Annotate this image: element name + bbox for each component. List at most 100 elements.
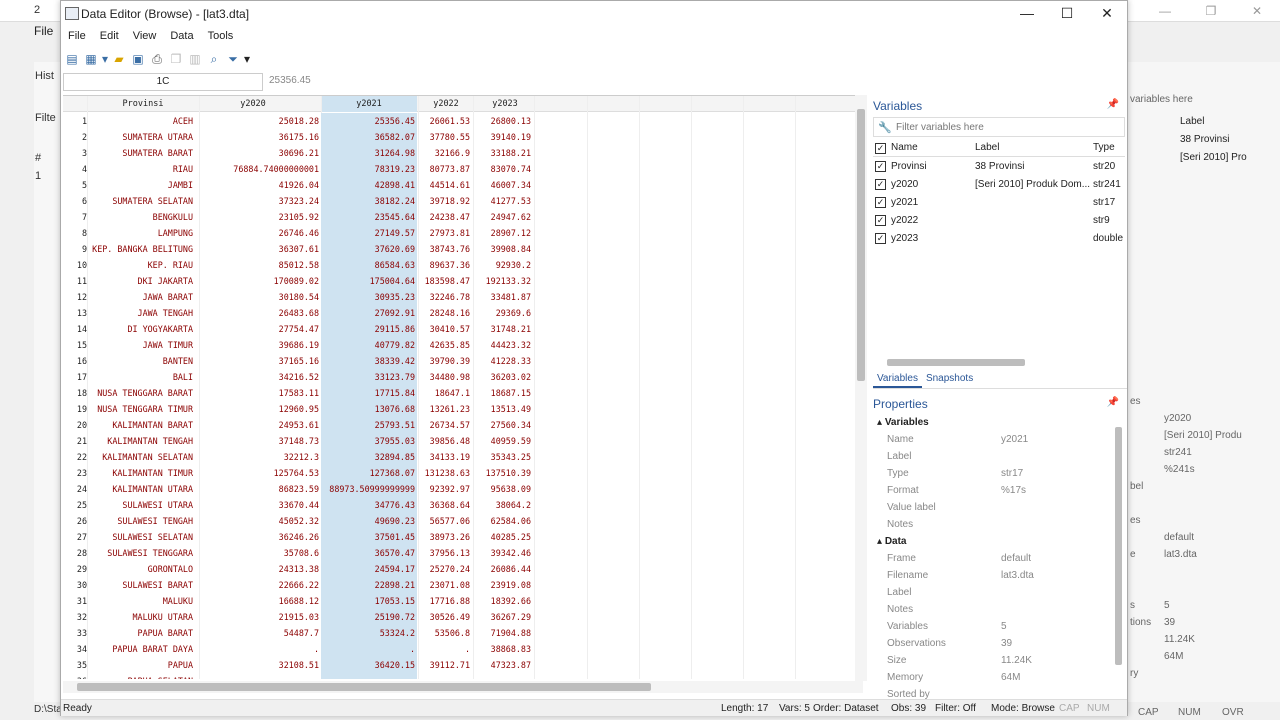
save-icon[interactable]: ▣ [129,50,147,68]
cell-y2021[interactable]: 31264.98 [321,145,417,161]
cell-y2020[interactable]: 33670.44 [199,497,321,513]
cell-y2023[interactable]: 39140.19 [473,129,533,145]
col-header-y2023[interactable]: y2023 [475,96,535,112]
cell-y2022[interactable]: 34133.19 [418,449,472,465]
property-row[interactable]: Format %17s [873,483,1113,500]
row-number[interactable]: 3 [63,145,87,161]
cell-y2022[interactable]: 39718.92 [418,193,472,209]
cell-y2021[interactable]: 78319.23 [321,161,417,177]
cell-y2022[interactable]: 39112.71 [418,657,472,673]
cell-y2020[interactable]: 30696.21 [199,145,321,161]
variable-row-y2022[interactable]: ✓ y2022 str9 [873,213,1125,230]
cell-y2020[interactable]: 86823.59 [199,481,321,497]
cell-y2021[interactable]: 27092.91 [321,305,417,321]
header-type[interactable]: Type [1093,142,1115,153]
table-row[interactable]: 26 SULAWESI TENGAH 45052.32 49690.23 56577.0… [63,513,855,529]
cell-y2020[interactable]: 22666.22 [199,577,321,593]
cell-y2022[interactable]: 183598.47 [418,273,472,289]
cell-y2023[interactable]: 27560.34 [473,417,533,433]
cell-y2023[interactable]: 40285.25 [473,529,533,545]
cell-y2020[interactable]: 125764.53 [199,465,321,481]
col-header-y2020[interactable]: y2020 [213,96,293,112]
editor-titlebar[interactable]: Data Editor (Browse) - [lat3.dta] — ☐ ✕ [61,1,1127,27]
table-row[interactable]: 30 SULAWESI BARAT 22666.22 22898.21 23071.08… [63,577,855,593]
cell-y2023[interactable]: 29369.6 [473,305,533,321]
row-number[interactable]: 33 [63,625,87,641]
cell-y2021[interactable]: 37620.69 [321,241,417,257]
main-var-filter[interactable]: variables here [1130,94,1193,105]
cell-y2023[interactable]: 46007.34 [473,177,533,193]
variable-row-y2020[interactable]: ✓ y2020 [Seri 2010] Produk Dom... str241 [873,177,1125,194]
table-row[interactable]: 31 MALUKU 16688.12 17053.15 17716.88 18392.66 [63,593,855,609]
cell-y2023[interactable]: 13513.49 [473,401,533,417]
row-number[interactable]: 5 [63,177,87,193]
main-minimize-icon[interactable]: — [1142,0,1188,22]
cell-y2021[interactable]: 34776.43 [321,497,417,513]
cell-y2023[interactable]: 26086.44 [473,561,533,577]
variables-horizontal-scrollbar[interactable] [887,359,1025,366]
cell-provinsi[interactable]: SULAWESI TENGAH [89,513,195,529]
cell-y2022[interactable]: 39856.48 [418,433,472,449]
cell-y2023[interactable]: 137510.39 [473,465,533,481]
maximize-icon[interactable]: ☐ [1047,1,1087,25]
cell-y2021[interactable]: 24594.17 [321,561,417,577]
cell-provinsi[interactable]: BANTEN [89,353,195,369]
cell-y2022[interactable]: 32246.78 [418,289,472,305]
row-number[interactable]: 9 [63,241,87,257]
cell-y2020[interactable]: 32212.3 [199,449,321,465]
col-header-y2022[interactable]: y2022 [419,96,473,112]
cell-y2020[interactable]: 25018.28 [199,113,321,129]
cell-provinsi[interactable]: JAWA BARAT [89,289,195,305]
cell-y2023[interactable]: 33188.21 [473,145,533,161]
table-row[interactable]: 29 GORONTALO 24313.38 24594.17 25270.24 26086… [63,561,855,577]
cell-provinsi[interactable]: MALUKU [89,593,195,609]
cell-y2021[interactable]: 33123.79 [321,369,417,385]
property-row[interactable]: Observations 39 [873,636,1113,653]
row-number[interactable]: 31 [63,593,87,609]
row-number[interactable]: 29 [63,561,87,577]
cell-y2020[interactable]: 27754.47 [199,321,321,337]
cell-y2022[interactable] [418,673,472,679]
cell-y2023[interactable] [473,673,533,679]
table-row[interactable]: 34 PAPUA BARAT DAYA... 38868.83 [63,641,855,657]
cell-provinsi[interactable]: BALI [89,369,195,385]
wrench-icon[interactable]: 🔧 [878,121,892,134]
pin-icon[interactable]: 📌 [1107,99,1119,110]
main-restore-icon[interactable]: ❐ [1188,0,1234,22]
copy-icon[interactable]: ❐ [167,50,185,68]
cell-y2021[interactable]: . [321,641,417,657]
row-number[interactable]: 34 [63,641,87,657]
cell-y2020[interactable]: 85012.58 [199,257,321,273]
cell-y2023[interactable]: 38064.2 [473,497,533,513]
variable-row-y2023[interactable]: ✓ y2023 double [873,231,1125,248]
cell-y2023[interactable]: 18392.66 [473,593,533,609]
cell-y2022[interactable]: 17716.88 [418,593,472,609]
cell-provinsi[interactable]: KALIMANTAN SELATAN [89,449,195,465]
cell-y2021[interactable]: 32894.85 [321,449,417,465]
row-number[interactable]: 14 [63,321,87,337]
cell-provinsi[interactable]: DI YOGYAKARTA [89,321,195,337]
main-close-icon[interactable]: ✕ [1234,0,1280,22]
cell-provinsi[interactable]: PAPUA BARAT DAYA [89,641,195,657]
history-tab[interactable]: Hist [35,70,54,82]
table-row[interactable]: 20 KALIMANTAN BARAT 24953.61 25793.51 26734.… [63,417,855,433]
data-grid[interactable]: Provinsi y2020 y2021 y2022 y2023 1 ACEH 25… [63,95,855,679]
cell-provinsi[interactable]: RIAU [89,161,195,177]
table-row[interactable]: 17 BALI 34216.52 33123.79 34480.98 36203.02 [63,369,855,385]
cell-provinsi[interactable]: PAPUA BARAT [89,625,195,641]
cell-y2020[interactable]: 37165.16 [199,353,321,369]
cell-y2020[interactable]: 32108.51 [199,657,321,673]
table-row[interactable]: 25 SULAWESI UTARA 33670.44 34776.43 36368.64… [63,497,855,513]
cell-y2021[interactable]: 127368.07 [321,465,417,481]
cell-y2021[interactable]: 38339.42 [321,353,417,369]
properties-vertical-scrollbar[interactable] [1115,427,1122,665]
table-row[interactable]: 1 ACEH 25018.28 25356.45 26061.53 26800.13 [63,113,855,129]
variable-checkbox[interactable]: ✓ [875,215,886,226]
row-number[interactable]: 7 [63,209,87,225]
menu-tools[interactable]: Tools [201,28,241,46]
table-row[interactable]: 8 LAMPUNG 26746.46 27149.57 27973.81 28907.12 [63,225,855,241]
paste-icon[interactable]: ▥ [186,50,204,68]
cell-y2020[interactable]: 36246.26 [199,529,321,545]
cell-y2020[interactable]: 39686.19 [199,337,321,353]
cell-y2020[interactable] [199,673,321,679]
